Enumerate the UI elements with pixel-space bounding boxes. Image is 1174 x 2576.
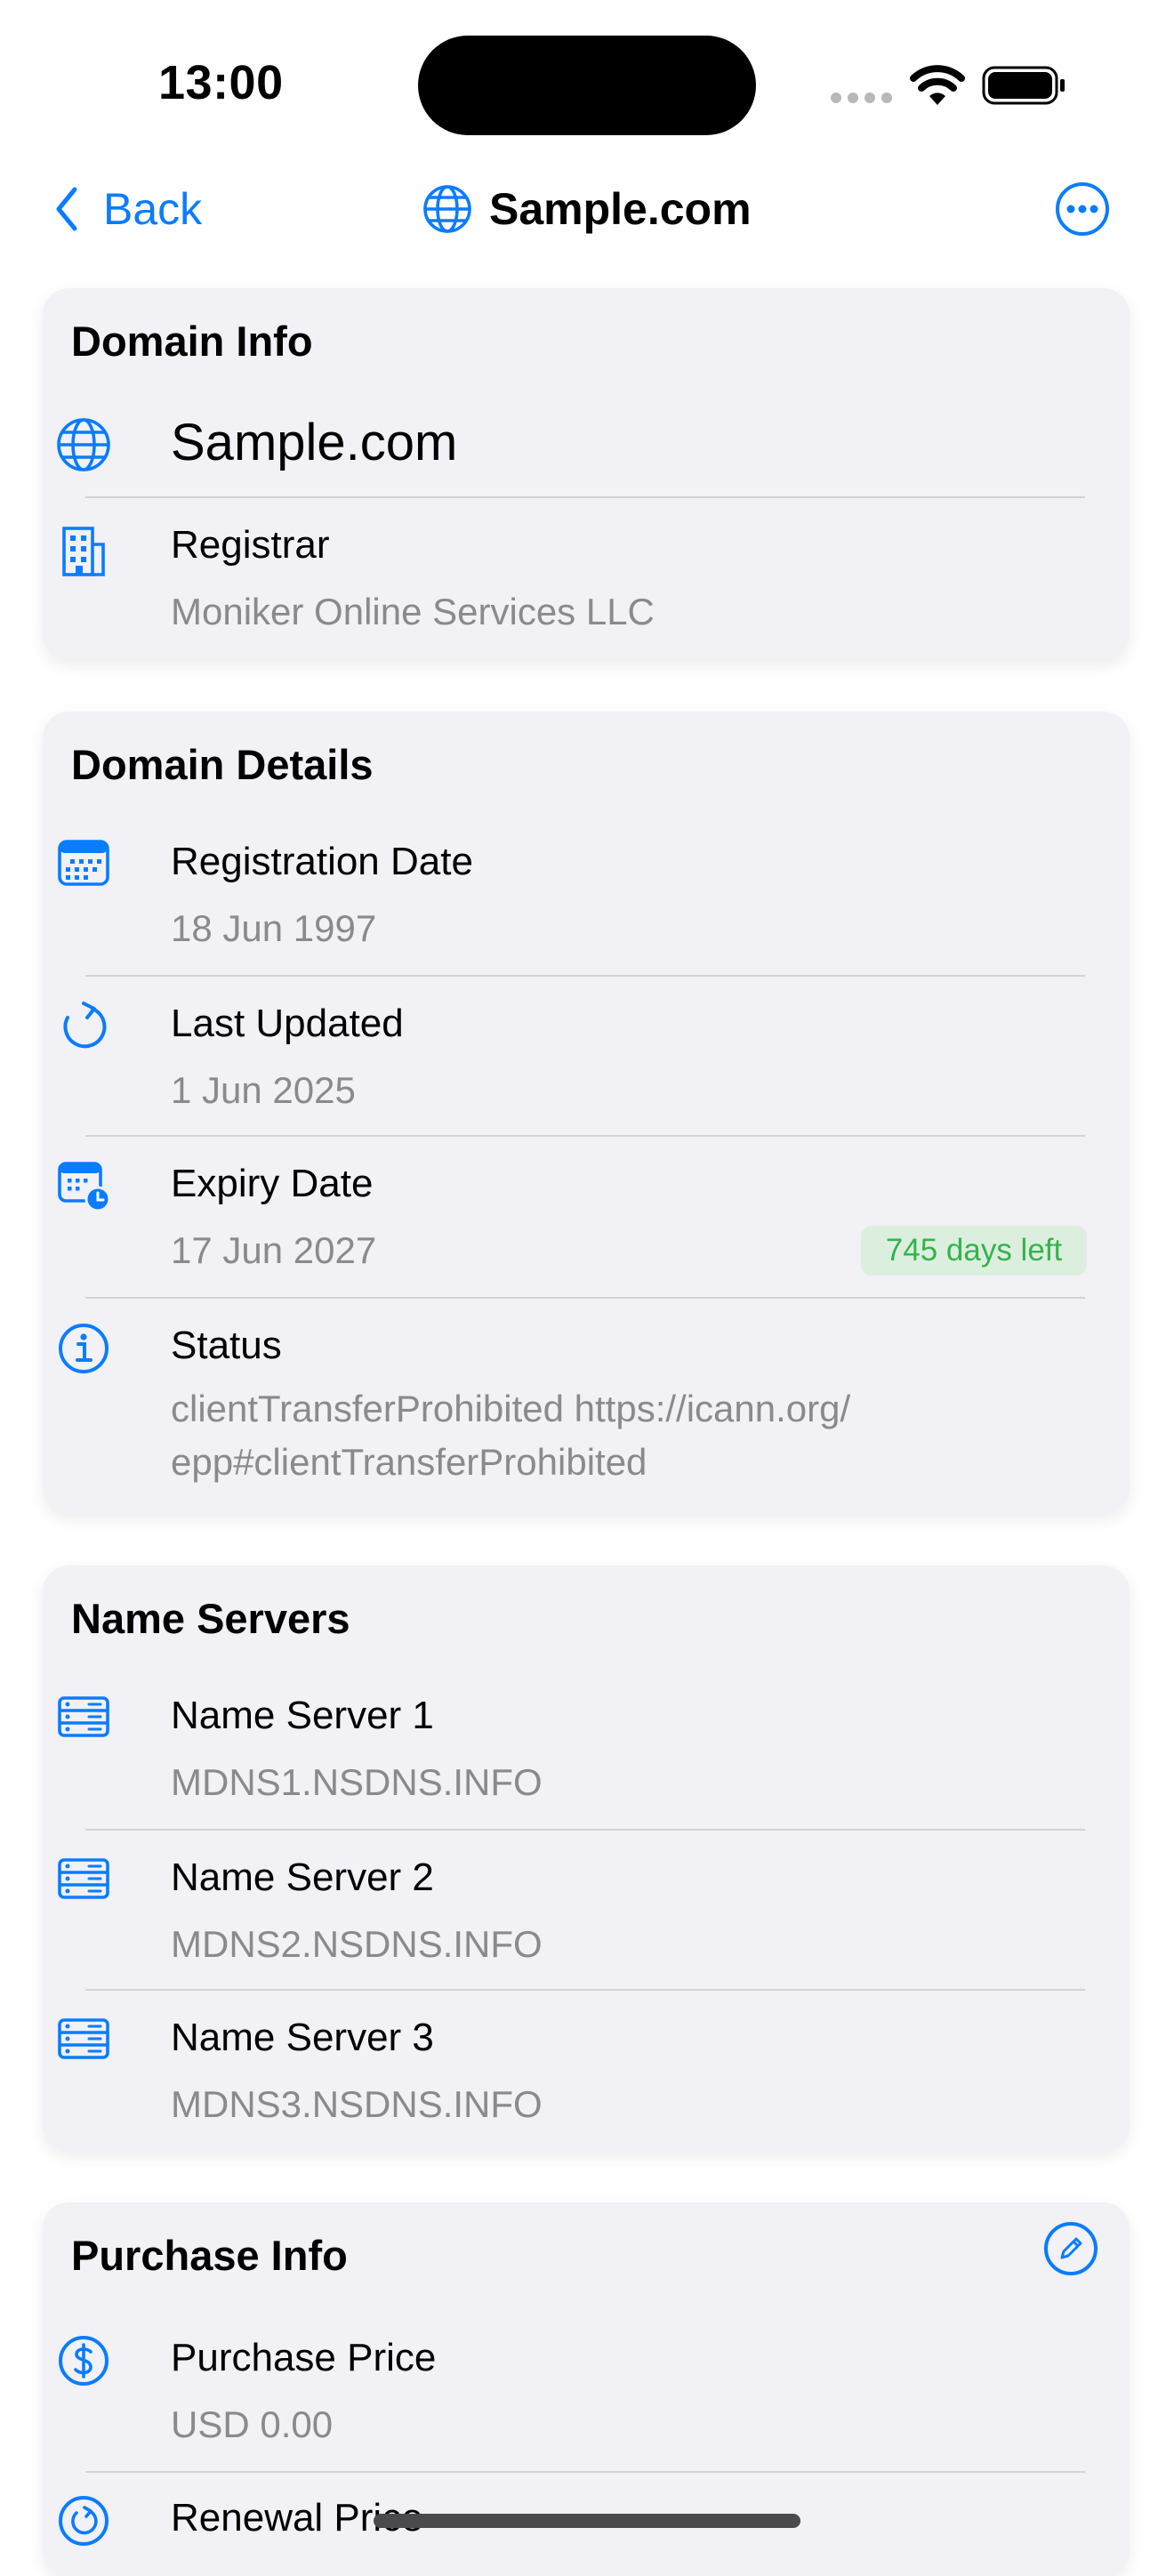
status-bar: 13:00: [0, 0, 1174, 160]
last-updated-label: Last Updated: [171, 1002, 404, 1045]
dynamic-island: [418, 36, 756, 135]
expiry-date-label: Expiry Date: [171, 1162, 374, 1205]
divider: [85, 1989, 1085, 1991]
name-server-value: MDNS2.NSDNS.INFO: [171, 1923, 543, 1965]
purchase-price-row: Purchase Price USD 0.00: [43, 2332, 1083, 2457]
name-server-value: MDNS1.NSDNS.INFO: [171, 1761, 543, 1803]
registration-date-row: Registration Date 18 Jun 1997: [43, 836, 1083, 961]
divider: [85, 2471, 1085, 2473]
name-server-label: Name Server 1: [171, 1694, 434, 1737]
edit-button[interactable]: [1042, 2220, 1099, 2277]
navigation-bar: Back Sample.com: [0, 160, 1174, 258]
building-icon: [62, 527, 105, 576]
purchase-info-title: Purchase Info: [71, 2232, 348, 2279]
refresh-icon: [63, 1002, 107, 1049]
wifi-icon: [910, 65, 965, 105]
name-servers-title: Name Servers: [71, 1595, 350, 1642]
name-server-row: Name Server 2 MDNS2.NSDNS.INFO: [43, 1852, 1083, 1976]
name-server-label: Name Server 2: [171, 1856, 434, 1899]
domain-info-title: Domain Info: [71, 318, 313, 365]
registration-date-label: Registration Date: [171, 840, 473, 883]
domain-details-title: Domain Details: [71, 741, 374, 788]
domain-name-row: Sample.com: [43, 409, 1083, 480]
status-time: 13:00: [158, 56, 284, 109]
dollar-icon: [59, 2336, 109, 2386]
registrar-row: Registrar Moniker Online Services LLC: [43, 519, 1083, 644]
globe-icon: [423, 185, 471, 233]
divider: [85, 496, 1085, 498]
globe-icon: [57, 418, 110, 471]
info-icon: [59, 1324, 109, 1373]
name-server-row: Name Server 3 MDNS3.NSDNS.INFO: [43, 2012, 1083, 2137]
back-button[interactable]: Back: [50, 180, 202, 238]
status-value: clientTransferProhibited https://icann.o…: [171, 1388, 851, 1483]
page-title: Sample.com: [422, 180, 752, 238]
name-server-label: Name Server 3: [171, 2016, 434, 2059]
divider: [85, 975, 1085, 977]
last-updated-value: 1 Jun 2025: [171, 1069, 356, 1111]
back-label: Back: [103, 184, 203, 234]
divider: [85, 1297, 1085, 1299]
home-indicator[interactable]: [374, 2514, 800, 2528]
server-icon: [58, 1696, 109, 1737]
domain-name: Sample.com: [171, 414, 458, 471]
status-row: Status clientTransferProhibited https://…: [43, 1320, 1083, 1498]
registration-date-value: 18 Jun 1997: [171, 907, 377, 949]
calendar-clock-icon: [58, 1162, 111, 1212]
last-updated-row: Last Updated 1 Jun 2025: [43, 998, 1083, 1123]
battery-icon: [982, 66, 1065, 105]
page-title-text: Sample.com: [489, 184, 752, 234]
purchase-price-value: USD 0.00: [171, 2403, 334, 2445]
name-server-value: MDNS3.NSDNS.INFO: [171, 2083, 543, 2125]
status-label: Status: [171, 1324, 282, 1367]
expiry-date-value: 17 Jun 2027: [171, 1229, 377, 1271]
registrar-label: Registrar: [171, 523, 330, 567]
purchase-price-label: Purchase Price: [171, 2336, 437, 2379]
server-icon: [58, 2018, 109, 2059]
name-server-row: Name Server 1 MDNS1.NSDNS.INFO: [43, 1690, 1083, 1815]
more-options-button[interactable]: [1054, 181, 1111, 237]
cellular-signal-icon: [831, 93, 893, 105]
calendar-icon: [58, 840, 109, 886]
renew-icon: [59, 2496, 109, 2546]
registrar-value: Moniker Online Services LLC: [171, 591, 655, 632]
chevron-left-icon: [56, 187, 77, 231]
divider: [85, 1829, 1085, 1831]
days-left-badge: 745 days left: [861, 1226, 1087, 1276]
server-icon: [58, 1858, 109, 1899]
divider: [85, 1135, 1085, 1137]
